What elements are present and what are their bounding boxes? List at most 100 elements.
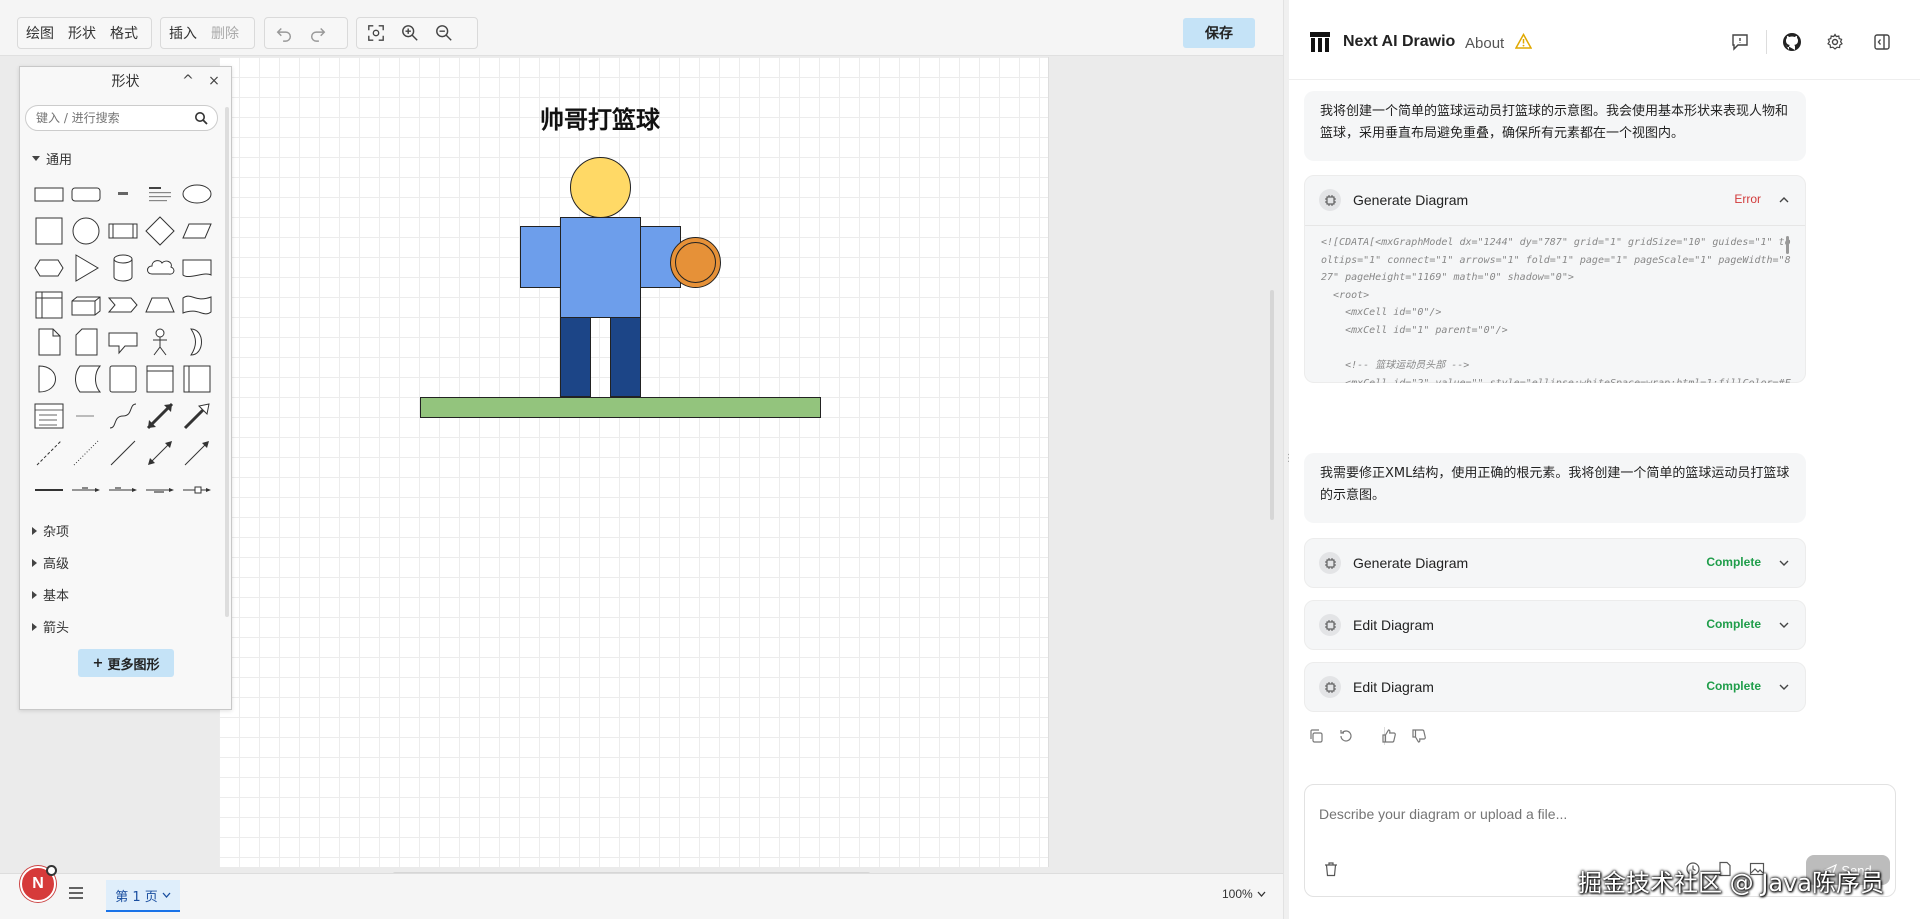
- fit-icon[interactable]: [365, 22, 387, 44]
- copy-icon[interactable]: [1308, 728, 1324, 744]
- regenerate-icon[interactable]: [1338, 728, 1354, 744]
- tool-card-edit[interactable]: Edit Diagram Complete: [1304, 600, 1806, 650]
- chevron-down-icon[interactable]: [1777, 556, 1791, 570]
- section-general[interactable]: 通用: [32, 149, 72, 168]
- shape-tape[interactable]: [178, 286, 215, 323]
- github-icon[interactable]: [1782, 32, 1802, 52]
- shape-cube[interactable]: [67, 286, 104, 323]
- shape-swimlane[interactable]: [178, 360, 215, 397]
- section-arrows[interactable]: 箭头: [32, 617, 69, 636]
- player-left-leg[interactable]: [560, 317, 591, 397]
- section-misc[interactable]: 杂项: [32, 521, 69, 540]
- player-head[interactable]: [570, 157, 631, 218]
- code-scrollbar[interactable]: [1786, 236, 1789, 254]
- diagram-canvas[interactable]: [219, 57, 1049, 867]
- tab-page-1[interactable]: 第 1 页: [106, 880, 180, 912]
- shape-text[interactable]: [104, 175, 141, 212]
- shape-dotted-line[interactable]: [67, 434, 104, 471]
- shape-list[interactable]: [30, 397, 67, 434]
- shape-callout[interactable]: [104, 323, 141, 360]
- trash-icon[interactable]: [1323, 861, 1339, 877]
- shape-list-item[interactable]: [67, 397, 104, 434]
- shape-container[interactable]: [141, 360, 178, 397]
- tool-card-edit[interactable]: Edit Diagram Complete: [1304, 662, 1806, 712]
- shape-rounded-rectangle[interactable]: [67, 175, 104, 212]
- shape-connector-with-symbol[interactable]: [178, 471, 215, 508]
- player-body[interactable]: [560, 217, 641, 318]
- shape-cylinder[interactable]: [104, 249, 141, 286]
- diagram-title[interactable]: 帅哥打篮球: [540, 100, 660, 135]
- shape-edge-label-3[interactable]: [141, 471, 178, 508]
- shape-line[interactable]: [104, 434, 141, 471]
- shape-triangle[interactable]: [67, 249, 104, 286]
- close-icon[interactable]: ×: [206, 73, 222, 89]
- shape-textbox[interactable]: [141, 175, 178, 212]
- shape-link[interactable]: [30, 471, 67, 508]
- shape-ellipse[interactable]: [178, 175, 215, 212]
- shape-and[interactable]: [30, 360, 67, 397]
- search-icon[interactable]: [194, 111, 208, 125]
- tool-card-header[interactable]: Generate Diagram Error: [1305, 176, 1805, 224]
- ground[interactable]: [420, 397, 821, 418]
- shape-circle[interactable]: [67, 212, 104, 249]
- player-right-leg[interactable]: [610, 317, 641, 397]
- feedback-icon[interactable]: [1731, 33, 1749, 51]
- shape-parallelogram[interactable]: [178, 212, 215, 249]
- section-basic[interactable]: 基本: [32, 585, 69, 604]
- tool-card-generate[interactable]: Generate Diagram Complete: [1304, 538, 1806, 588]
- shape-frame[interactable]: [104, 360, 141, 397]
- gear-icon[interactable]: [1826, 33, 1844, 51]
- shape-edge-label[interactable]: [67, 471, 104, 508]
- chat-input[interactable]: [1319, 799, 1879, 829]
- shape-diamond[interactable]: [141, 212, 178, 249]
- thumbs-down-icon[interactable]: [1411, 728, 1427, 744]
- player-left-arm[interactable]: [520, 226, 561, 288]
- undo-icon[interactable]: [273, 22, 295, 44]
- shape-or[interactable]: [178, 323, 215, 360]
- shape-bidirectional-connector[interactable]: [141, 434, 178, 471]
- shape-note[interactable]: [30, 323, 67, 360]
- vertical-scrollbar[interactable]: [1270, 290, 1274, 520]
- panel-scrollbar[interactable]: [225, 107, 229, 617]
- panel-toggle-icon[interactable]: [1873, 33, 1891, 51]
- delete-button[interactable]: 删除: [211, 23, 239, 43]
- shape-trapezoid[interactable]: [141, 286, 178, 323]
- chevron-down-icon[interactable]: [1777, 680, 1791, 694]
- shape-curve[interactable]: [104, 397, 141, 434]
- shape-arrow[interactable]: [178, 397, 215, 434]
- menu-format[interactable]: 格式: [110, 23, 138, 43]
- shape-search-input[interactable]: [25, 105, 218, 131]
- shape-directional-connector[interactable]: [178, 434, 215, 471]
- zoom-selector[interactable]: 100%: [1222, 887, 1266, 901]
- shape-square[interactable]: [30, 212, 67, 249]
- shape-bidirectional-arrow[interactable]: [141, 397, 178, 434]
- menu-icon[interactable]: [68, 886, 84, 900]
- redo-icon[interactable]: [307, 22, 329, 44]
- section-advanced[interactable]: 高级: [32, 553, 69, 572]
- collapse-icon[interactable]: ^: [180, 73, 196, 89]
- insert-button[interactable]: 插入: [169, 23, 197, 43]
- shape-data-storage[interactable]: [67, 360, 104, 397]
- save-button[interactable]: 保存: [1183, 18, 1255, 48]
- chevron-up-icon[interactable]: [1777, 193, 1791, 207]
- shape-step[interactable]: [104, 286, 141, 323]
- about-link[interactable]: About: [1465, 35, 1504, 52]
- thumbs-up-icon[interactable]: [1381, 728, 1397, 744]
- menu-draw[interactable]: 绘图: [26, 23, 54, 43]
- shape-hexagon[interactable]: [30, 249, 67, 286]
- shape-edge-label-2[interactable]: [104, 471, 141, 508]
- chevron-down-icon[interactable]: [1777, 618, 1791, 632]
- shape-card[interactable]: [67, 323, 104, 360]
- shape-dashed-line[interactable]: [30, 434, 67, 471]
- zoom-in-icon[interactable]: [399, 22, 421, 44]
- shape-internal-storage[interactable]: [30, 286, 67, 323]
- app-title[interactable]: Next AI Drawio: [1343, 33, 1455, 51]
- shape-cloud[interactable]: [141, 249, 178, 286]
- shape-process[interactable]: [104, 212, 141, 249]
- shape-rectangle[interactable]: [30, 175, 67, 212]
- warning-icon[interactable]: [1515, 33, 1532, 49]
- zoom-out-icon[interactable]: [433, 22, 455, 44]
- menu-shape[interactable]: 形状: [68, 23, 96, 43]
- shape-document[interactable]: [178, 249, 215, 286]
- shape-actor[interactable]: [141, 323, 178, 360]
